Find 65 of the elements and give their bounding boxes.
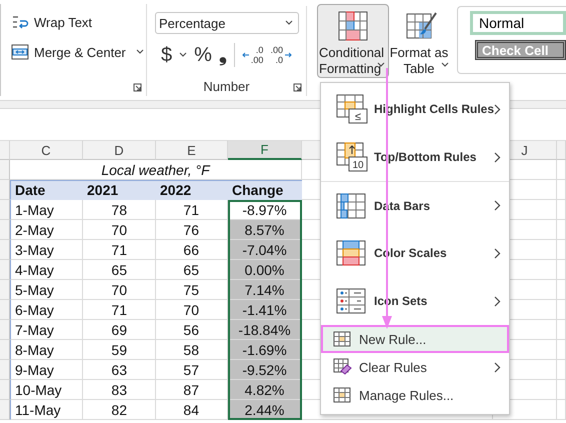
table-cell: 5-May <box>10 280 83 300</box>
comma-style-button[interactable]: ❟ <box>218 44 227 66</box>
table-cell: 84 <box>156 400 228 420</box>
table-cell: 82 <box>83 400 156 420</box>
table-cell: 76 <box>156 220 228 240</box>
table-cell: 65 <box>156 260 228 280</box>
increase-decimal-button[interactable]: .0 .00 <box>242 45 264 65</box>
table-cell: 71 <box>83 300 156 320</box>
column-header[interactable]: D <box>83 140 156 160</box>
wrap-text-button[interactable]: Wrap Text <box>11 13 146 31</box>
group-label: Number <box>202 79 251 94</box>
number-format-dropdown[interactable]: Percentage <box>155 12 299 34</box>
table-cell: 1-May <box>10 200 83 220</box>
column-header[interactable]: F <box>228 140 302 160</box>
table-header: 2021 <box>83 180 156 200</box>
table-cell: -1.69% <box>228 340 302 360</box>
table-cell: 65 <box>83 260 156 280</box>
table-cell: 75 <box>156 280 228 300</box>
table-cell: 11-May <box>10 400 83 420</box>
table-cell: 2-May <box>10 220 83 240</box>
conditional-formatting-button[interactable]: Conditional Formatting <box>317 4 389 78</box>
currency-button[interactable]: $ <box>161 44 172 66</box>
table-cell: 8-May <box>10 340 83 360</box>
table-cell: 69 <box>83 320 156 340</box>
table-cell: -7.04% <box>228 240 302 260</box>
table-header: 2022 <box>156 180 228 200</box>
table-cell: 78 <box>83 200 156 220</box>
normal-style[interactable]: Normal <box>470 11 566 35</box>
table-cell: 71 <box>156 200 228 220</box>
table-cell: 56 <box>156 320 228 340</box>
table-cell: 4-May <box>10 260 83 280</box>
table-cell: 0.00% <box>228 260 302 280</box>
table-header: Change <box>228 180 302 200</box>
table-cell: 70 <box>83 220 156 240</box>
percent-button[interactable]: % <box>194 44 212 66</box>
table-cell: 10-May <box>10 380 83 400</box>
menu-item[interactable]: Manage Rules... <box>321 381 509 409</box>
table-cell: -18.84% <box>228 320 302 340</box>
table-cell: 70 <box>156 300 228 320</box>
format-as-table-button[interactable]: Format as Table <box>391 4 453 78</box>
table-cell: 3-May <box>10 240 83 260</box>
table-cell: 7-May <box>10 320 83 340</box>
menu-item[interactable]: Clear Rules <box>321 353 509 381</box>
table-cell: 70 <box>83 280 156 300</box>
column-header[interactable]: E <box>156 140 228 160</box>
table-cell: 66 <box>156 240 228 260</box>
table-cell: 63 <box>83 360 156 380</box>
table-header: Date <box>10 180 83 200</box>
table-cell: 58 <box>156 340 228 360</box>
table-cell: 83 <box>83 380 156 400</box>
table-cell: 71 <box>83 240 156 260</box>
table-cell: 6-May <box>10 300 83 320</box>
table-cell: 9-May <box>10 360 83 380</box>
column-header[interactable]: C <box>10 140 83 160</box>
table-cell: 59 <box>83 340 156 360</box>
decrease-decimal-button[interactable]: .00 .0 <box>270 45 292 65</box>
table-cell: -9.52% <box>228 360 302 380</box>
table-cell: 57 <box>156 360 228 380</box>
table-cell: -1.41% <box>228 300 302 320</box>
table-cell: 4.82% <box>228 380 302 400</box>
merge-center-button[interactable]: Merge & Center <box>11 44 126 60</box>
menu-item[interactable]: New Rule... <box>321 325 509 353</box>
table-cell: 7.14% <box>228 280 302 300</box>
table-cell: 87 <box>156 380 228 400</box>
table-cell: 8.57% <box>228 220 302 240</box>
